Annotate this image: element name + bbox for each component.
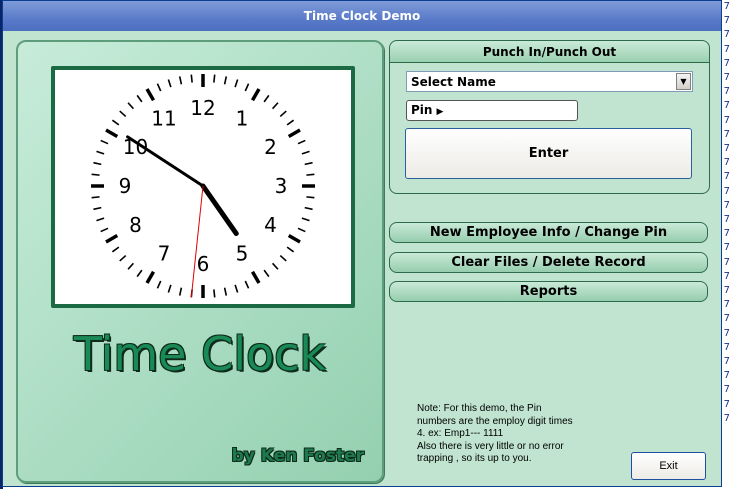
exit-button-label: Exit — [659, 460, 678, 472]
minute-tick — [304, 161, 313, 166]
minute-tick — [91, 196, 100, 199]
minute-tick — [178, 287, 183, 296]
minute-tick — [297, 227, 306, 233]
window-title: Time Clock Demo — [303, 9, 421, 23]
title-bar[interactable]: Time Clock Demo — [3, 1, 721, 31]
minute-tick — [244, 83, 250, 92]
minute-tick — [213, 289, 216, 298]
name-select[interactable]: Select Name ▼ — [406, 71, 693, 92]
minute-tick — [234, 284, 239, 293]
punch-group: Punch In/Punch Out Select Name ▼ Pin ▶ En… — [389, 40, 710, 194]
minute-tick — [100, 227, 109, 233]
minute-tick — [279, 254, 287, 262]
clock-numeral: 11 — [151, 106, 176, 130]
new-employee-button-label: New Employee Info / Change Pin — [429, 225, 668, 240]
minute-tick — [167, 79, 172, 88]
minute-tick — [244, 280, 250, 289]
app-logo-title: Time Clock — [73, 327, 327, 381]
hour-hand — [200, 183, 239, 237]
minute-tick — [190, 74, 193, 83]
demo-note: Note: For this demo, the Pin numbers are… — [417, 403, 573, 464]
hour-tick — [287, 233, 301, 244]
minute-tick — [91, 173, 100, 176]
minute-tick — [301, 150, 310, 155]
minute-tick — [178, 76, 183, 85]
minute-tick — [156, 83, 162, 92]
minute-tick — [119, 254, 127, 262]
minute-tick — [156, 280, 162, 289]
hour-tick — [250, 88, 261, 102]
enter-button-label: Enter — [528, 146, 569, 161]
minute-tick — [271, 102, 279, 110]
dropdown-arrow-icon[interactable]: ▼ — [676, 73, 691, 90]
minute-tick — [271, 262, 279, 270]
pin-field[interactable]: Pin ▶ — [406, 100, 578, 121]
minute-tick — [279, 110, 287, 118]
minute-tick — [119, 110, 127, 118]
minute-tick — [263, 269, 270, 278]
hour-tick — [250, 270, 261, 284]
minute-tick — [306, 173, 315, 176]
minute-tick — [96, 217, 105, 222]
minute-tick — [100, 139, 109, 145]
minute-tick — [127, 262, 135, 270]
hour-tick — [105, 233, 119, 244]
clock-numeral: 9 — [119, 174, 132, 198]
clock-numeral: 1 — [236, 106, 249, 130]
new-employee-button[interactable]: New Employee Info / Change Pin — [389, 222, 708, 243]
minute-tick — [286, 119, 295, 126]
hour-tick — [287, 128, 301, 139]
clock-numeral: 4 — [264, 213, 277, 237]
clock-panel: 12 1 2 3 4 5 6 7 8 9 10 11 Time Clock by Ken Foster — [16, 40, 384, 483]
minute-tick — [297, 139, 306, 145]
minute-hand — [126, 135, 205, 188]
hour-tick — [145, 88, 156, 102]
reports-button-label: Reports — [519, 284, 578, 299]
clock-numeral: 6 — [197, 252, 210, 276]
minute-tick — [111, 246, 120, 253]
clock-numeral: 7 — [158, 242, 171, 266]
minute-tick — [213, 74, 216, 83]
minute-tick — [304, 206, 313, 211]
app-window: Time Clock Demo 12 1 2 3 4 5 6 7 8 9 10 11 Time Clo… — [2, 0, 722, 487]
minute-tick — [93, 206, 102, 211]
analog-clock: 12 1234567891011 — [91, 74, 315, 298]
clock-numeral: 8 — [129, 213, 142, 237]
clock-frame: 12 1 2 3 4 5 6 7 8 9 10 11 — [51, 66, 355, 308]
pin-label: Pin — [411, 103, 433, 117]
clear-files-button[interactable]: Clear Files / Delete Record — [389, 252, 708, 273]
clock-numeral: 2 — [264, 135, 277, 159]
hour-tick — [145, 270, 156, 284]
author-byline: by Ken Foster — [231, 446, 364, 466]
clock-numeral: 5 — [236, 242, 249, 266]
minute-tick — [93, 161, 102, 166]
reports-button[interactable]: Reports — [389, 281, 708, 302]
clear-files-button-label: Clear Files / Delete Record — [451, 255, 646, 270]
minute-tick — [111, 119, 120, 126]
minute-tick — [263, 94, 270, 103]
clock-numeral: 3 — [275, 174, 288, 198]
hour-tick — [105, 128, 119, 139]
minute-tick — [234, 79, 239, 88]
minute-tick — [136, 269, 143, 278]
minute-tick — [127, 102, 135, 110]
minute-tick — [301, 217, 310, 222]
caret-right-icon: ▶ — [436, 107, 444, 117]
minute-tick — [136, 94, 143, 103]
name-select-value: Select Name — [411, 75, 496, 89]
minute-tick — [96, 150, 105, 155]
minute-tick — [286, 246, 295, 253]
minute-tick — [167, 284, 172, 293]
clock-numeral: 12 — [190, 96, 215, 120]
exit-button[interactable]: Exit — [631, 452, 706, 480]
minute-tick — [223, 287, 228, 296]
punch-group-header: Punch In/Punch Out — [390, 41, 709, 63]
minute-tick — [306, 196, 315, 199]
enter-button[interactable]: Enter — [405, 128, 692, 179]
second-hand — [190, 185, 204, 298]
minute-tick — [223, 76, 228, 85]
